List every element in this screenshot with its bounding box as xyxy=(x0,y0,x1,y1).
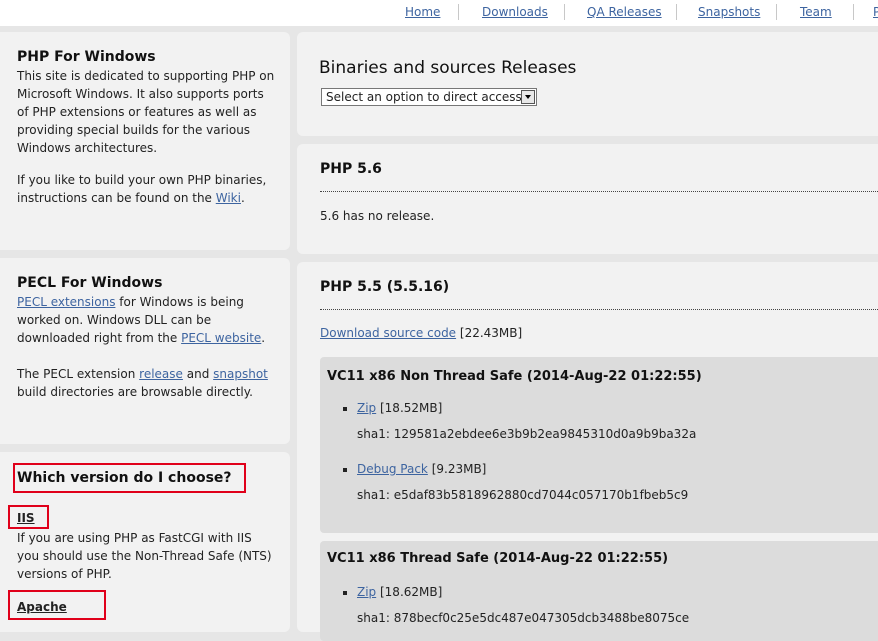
bullet-icon xyxy=(343,468,347,472)
nav-team-link[interactable]: Team xyxy=(800,5,832,19)
pecl-title: PECL For Windows xyxy=(17,275,163,291)
zip-download: Zip [18.52MB] xyxy=(357,401,442,415)
build-title: VC11 x86 Thread Safe (2014-Aug-22 01:22:… xyxy=(327,551,669,566)
highlight-box xyxy=(8,590,106,620)
iis-description: If you are using PHP as FastCGI with IIS… xyxy=(17,529,287,583)
nav-separator xyxy=(676,4,677,20)
releases-title: Binaries and sources Releases xyxy=(319,58,577,78)
pecl-extensions-link[interactable]: PECL extensions xyxy=(17,295,115,309)
build-box: VC11 x86 Non Thread Safe (2014-Aug-22 01… xyxy=(320,357,878,533)
pecl-line: build directories are browsable directly… xyxy=(17,385,253,399)
releases-panel: Binaries and sources Releases Select an … xyxy=(297,32,878,136)
download-source-link[interactable]: Download source code xyxy=(320,326,456,340)
nav-separator xyxy=(853,4,854,20)
description-line: Windows architectures. xyxy=(17,141,158,155)
php-windows-description: This site is dedicated to supporting PHP… xyxy=(17,67,287,157)
sha1-hash: sha1: 878becf0c25e5dc487e047305dcb3488be… xyxy=(357,611,690,625)
nav-separator xyxy=(776,4,777,20)
zip-link[interactable]: Zip xyxy=(357,401,376,415)
debug-pack-link[interactable]: Debug Pack xyxy=(357,462,428,476)
pecl-line: worked on. Windows DLL can be xyxy=(17,313,212,327)
pecl-website-link[interactable]: PECL website xyxy=(181,331,261,345)
sha1-hash: sha1: e5daf83b5818962880cd7044c057170b1f… xyxy=(357,488,689,502)
build-line: If you like to build your own PHP binari… xyxy=(17,173,267,187)
release-select-value: Select an option to direct access... xyxy=(326,90,534,104)
pecl-directories: The PECL extension release and snapshot … xyxy=(17,365,287,401)
debug-pack-download: Debug Pack [9.23MB] xyxy=(357,462,486,476)
highlight-box xyxy=(13,463,246,493)
source-size: [22.43MB] xyxy=(456,326,523,340)
php-windows-panel: PHP For Windows This site is dedicated t… xyxy=(0,32,290,250)
nav-separator xyxy=(458,4,459,20)
divider xyxy=(320,309,878,310)
nav-separator xyxy=(564,4,565,20)
bullet-icon xyxy=(343,591,347,595)
php56-title: PHP 5.6 xyxy=(320,161,382,177)
build-title: VC11 x86 Non Thread Safe (2014-Aug-22 01… xyxy=(327,369,702,384)
nav-downloads-link[interactable]: Downloads xyxy=(482,5,548,19)
chevron-down-icon[interactable] xyxy=(521,90,535,104)
sha1-hash: sha1: 129581a2ebdee6e3b9b2ea9845310d0a9b… xyxy=(357,427,697,441)
build-line: instructions can be found on the Wiki. xyxy=(17,191,245,205)
pecl-snapshot-link[interactable]: snapshot xyxy=(213,367,268,381)
file-size: [18.62MB] xyxy=(376,585,443,599)
iis-line: If you are using PHP as FastCGI with IIS xyxy=(17,531,252,545)
description-line: This site is dedicated to supporting PHP… xyxy=(17,69,275,83)
nav-more-link[interactable]: P xyxy=(873,5,878,19)
pecl-description: PECL extensions for Windows is being wor… xyxy=(17,293,287,347)
source-download: Download source code [22.43MB] xyxy=(320,326,522,340)
zip-download: Zip [18.62MB] xyxy=(357,585,442,599)
iis-line: you should use the Non-Thread Safe (NTS) xyxy=(17,549,272,563)
bullet-icon xyxy=(343,407,347,411)
php55-title: PHP 5.5 (5.5.16) xyxy=(320,279,450,295)
nav-home-link[interactable]: Home xyxy=(405,5,440,19)
divider xyxy=(320,191,878,192)
iis-line: versions of PHP. xyxy=(17,567,112,581)
zip-link[interactable]: Zip xyxy=(357,585,376,599)
wiki-link[interactable]: Wiki xyxy=(216,191,241,205)
description-line: Microsoft Windows. It also supports port… xyxy=(17,87,264,101)
top-navigation: Home Downloads QA Releases Snapshots Tea… xyxy=(0,0,878,26)
php56-status: 5.6 has no release. xyxy=(320,209,435,223)
description-line: of PHP extensions or features as well as xyxy=(17,105,257,119)
nav-qa-releases-link[interactable]: QA Releases xyxy=(587,5,662,19)
php-windows-title: PHP For Windows xyxy=(17,49,156,65)
file-size: [9.23MB] xyxy=(427,462,487,476)
description-line: providing special builds for the various xyxy=(17,123,251,137)
build-instructions: If you like to build your own PHP binari… xyxy=(17,171,287,207)
php56-panel: PHP 5.6 5.6 has no release. xyxy=(297,144,878,254)
release-select[interactable]: Select an option to direct access... xyxy=(321,88,537,106)
pecl-panel: PECL For Windows PECL extensions for Win… xyxy=(0,258,290,444)
pecl-release-link[interactable]: release xyxy=(139,367,183,381)
build-box: VC11 x86 Thread Safe (2014-Aug-22 01:22:… xyxy=(320,541,878,641)
file-size: [18.52MB] xyxy=(376,401,443,415)
nav-snapshots-link[interactable]: Snapshots xyxy=(698,5,760,19)
highlight-box xyxy=(8,505,49,529)
